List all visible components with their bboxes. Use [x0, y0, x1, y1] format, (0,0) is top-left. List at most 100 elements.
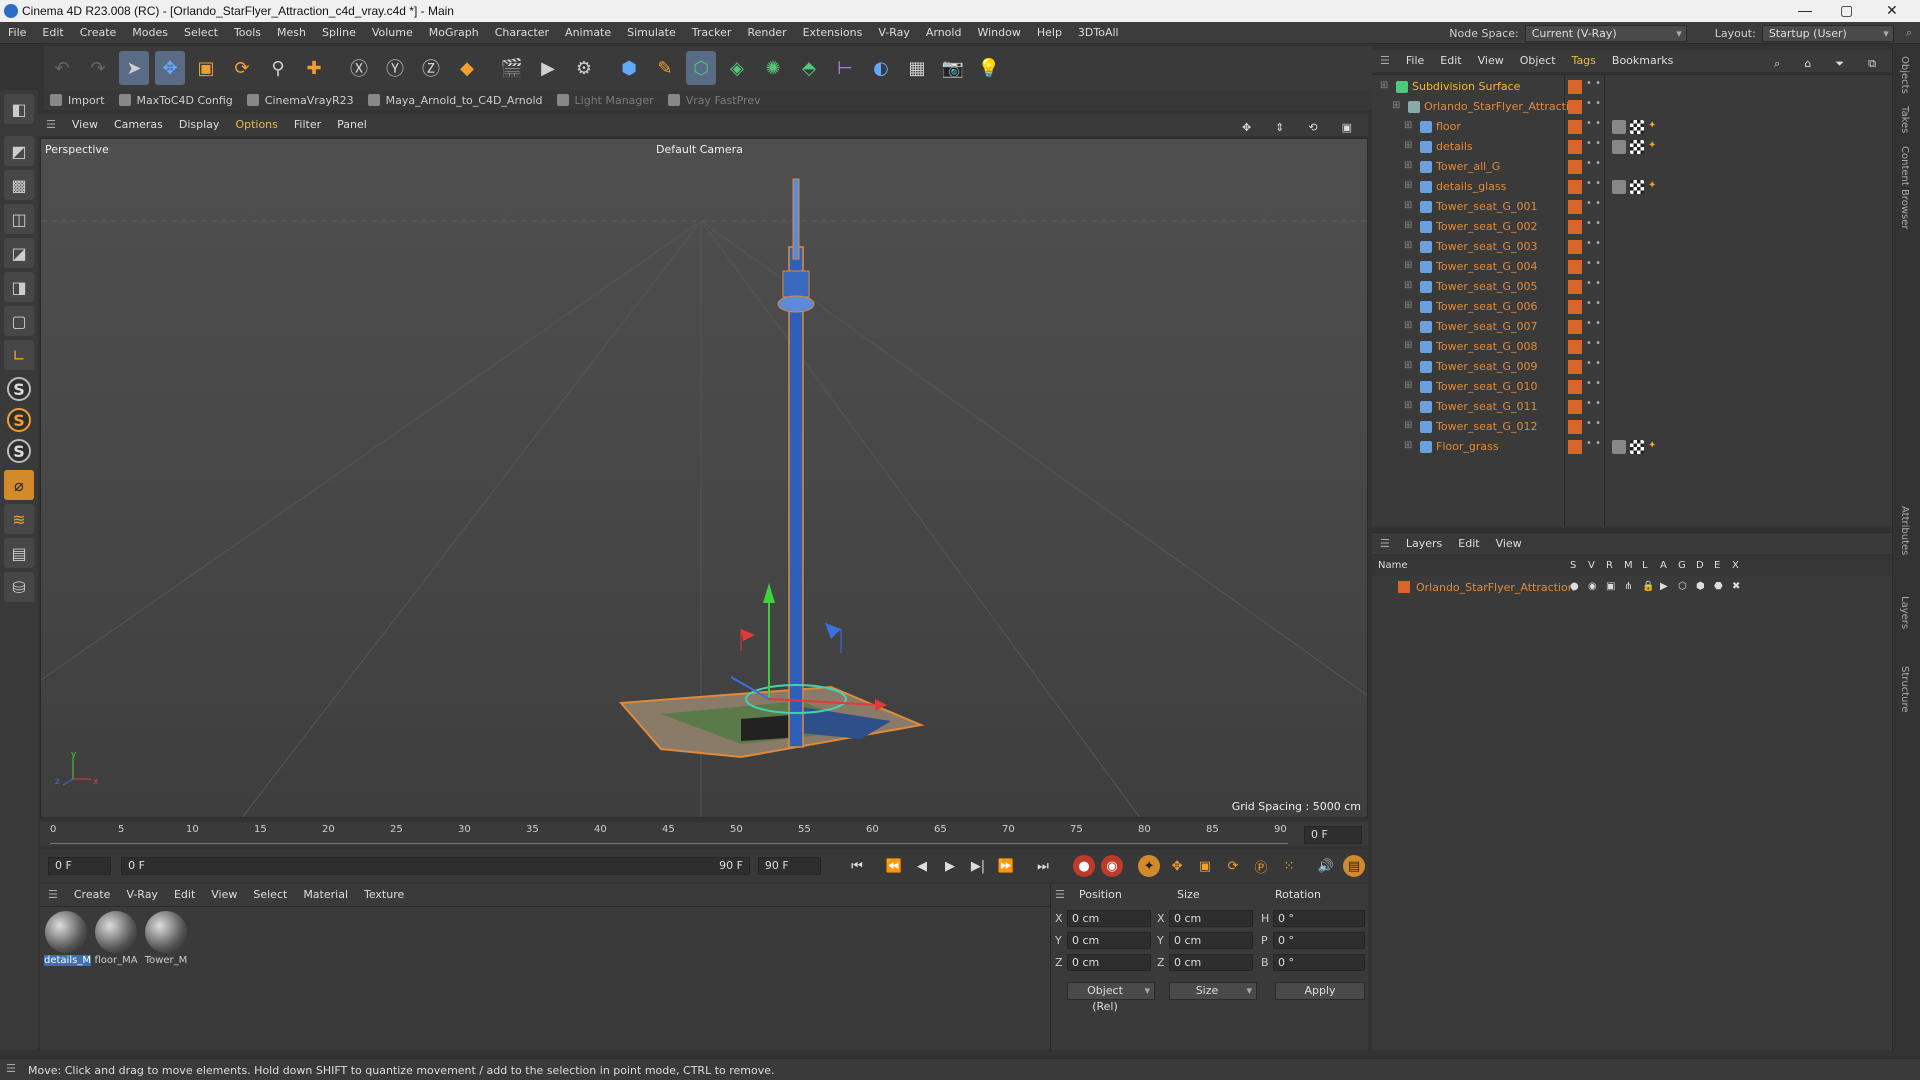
- object-menu-view[interactable]: View: [1470, 50, 1512, 72]
- maximize-view-icon[interactable]: ▣: [1334, 117, 1360, 139]
- plugin-import[interactable]: Import: [50, 94, 105, 107]
- layer-color-swatch[interactable]: [1568, 200, 1582, 214]
- visibility-dots[interactable]: • •: [1586, 319, 1601, 329]
- floor-icon[interactable]: ▦: [902, 51, 932, 85]
- menu-v-ray[interactable]: V-Ray: [870, 22, 918, 44]
- expand-icon[interactable]: ⊞: [1404, 180, 1412, 191]
- layer-color-swatch[interactable]: [1568, 300, 1582, 314]
- coordinate-system-icon[interactable]: ◆: [452, 51, 482, 85]
- visibility-dots[interactable]: • •: [1586, 299, 1601, 309]
- prev-key-icon[interactable]: ⏪: [883, 855, 905, 877]
- object-name[interactable]: Subdivision Surface: [1412, 80, 1520, 93]
- pen-spline-icon[interactable]: ✎: [650, 51, 680, 85]
- layer-column-x[interactable]: X: [1732, 560, 1739, 571]
- field-icon[interactable]: ◐: [866, 51, 896, 85]
- layer-column-g[interactable]: G: [1678, 560, 1686, 571]
- autokey-icon[interactable]: ◉: [1101, 855, 1124, 877]
- object-row[interactable]: ⊞ Tower_seat_G_007 • •: [1372, 317, 1892, 337]
- visibility-dots[interactable]: • •: [1586, 379, 1601, 389]
- expand-icon[interactable]: ⊞: [1404, 220, 1412, 231]
- node-space-dropdown[interactable]: Current (V-Ray): [1524, 24, 1687, 42]
- expand-icon[interactable]: ⊞: [1404, 360, 1412, 371]
- uvw-tag-icon[interactable]: [1630, 120, 1644, 134]
- visibility-dots[interactable]: • •: [1586, 279, 1601, 289]
- side-tab-content-browser[interactable]: Content Browser: [1899, 146, 1910, 229]
- sound-icon[interactable]: 🔊: [1315, 855, 1337, 877]
- material-menu-texture[interactable]: Texture: [356, 884, 412, 906]
- layer-toggle-icon[interactable]: ●: [1570, 581, 1579, 592]
- object-row[interactable]: ⊞ Tower_seat_G_001 • •: [1372, 197, 1892, 217]
- snap-quantize-icon[interactable]: S: [7, 439, 31, 463]
- object-row[interactable]: ⊞ Tower_seat_G_010 • •: [1372, 377, 1892, 397]
- expand-icon[interactable]: ⊞: [1404, 280, 1412, 291]
- expand-icon[interactable]: ⊞: [1404, 400, 1412, 411]
- object-row[interactable]: ⊞ details_glass • • ✦: [1372, 177, 1892, 197]
- layer-column-name[interactable]: Name: [1378, 560, 1408, 571]
- visibility-dots[interactable]: • •: [1586, 139, 1601, 149]
- key-param-icon[interactable]: Ⓟ: [1250, 855, 1272, 877]
- object-row[interactable]: ⊞ floor • • ✦: [1372, 117, 1892, 137]
- expand-icon[interactable]: ⊞: [1380, 80, 1388, 91]
- visibility-dots[interactable]: • •: [1586, 339, 1601, 349]
- object-row[interactable]: ⊞ details • • ✦: [1372, 137, 1892, 157]
- cloner-icon[interactable]: ✺: [758, 51, 788, 85]
- size-mode-dropdown[interactable]: Size: [1169, 982, 1257, 1000]
- object-name[interactable]: Tower_seat_G_006: [1436, 300, 1537, 313]
- recent-tools-icon[interactable]: ⚲: [263, 51, 293, 85]
- layer-column-r[interactable]: R: [1606, 560, 1613, 571]
- layer-color-swatch[interactable]: [1568, 160, 1582, 174]
- rotation-b-field[interactable]: 0 °: [1273, 954, 1365, 971]
- object-row[interactable]: ⊞ Subdivision Surface • •: [1372, 77, 1892, 97]
- keyframe-selection-icon[interactable]: ✦: [1138, 855, 1161, 877]
- layer-color-swatch[interactable]: [1568, 240, 1582, 254]
- object-name[interactable]: Floor_grass: [1436, 440, 1499, 453]
- object-row[interactable]: ⊞ Tower_seat_G_012 • •: [1372, 417, 1892, 437]
- plugin-vray-fastprev[interactable]: Vray FastPrev: [667, 94, 761, 107]
- home-icon[interactable]: ⌂: [1796, 53, 1819, 75]
- visibility-dots[interactable]: • •: [1586, 359, 1601, 369]
- expand-icon[interactable]: ⊞: [1404, 240, 1412, 251]
- menu-window[interactable]: Window: [969, 22, 1028, 44]
- layer-color-swatch[interactable]: [1568, 280, 1582, 294]
- layer-color-swatch[interactable]: [1568, 120, 1582, 134]
- layer-toggle-icon[interactable]: ⬡: [1678, 581, 1687, 592]
- timeline-window-icon[interactable]: ▤: [1343, 855, 1366, 877]
- model-mode-icon[interactable]: ◧: [4, 94, 34, 124]
- scale-tool-icon[interactable]: ▣: [191, 51, 221, 85]
- goto-end-icon[interactable]: ⏭: [1032, 855, 1054, 877]
- y-axis-icon[interactable]: Ⓨ: [380, 51, 410, 85]
- visibility-dots[interactable]: • •: [1586, 159, 1601, 169]
- plugin-maya-arnold-to-c4d-arnold[interactable]: Maya_Arnold_to_C4D_Arnold: [367, 94, 543, 107]
- object-menu-object[interactable]: Object: [1512, 50, 1564, 72]
- viewport-menu-view[interactable]: View: [64, 114, 106, 136]
- side-tab-objects[interactable]: Objects: [1899, 56, 1910, 94]
- play-icon[interactable]: ▶: [939, 855, 961, 877]
- subdivision-icon[interactable]: ⬡: [686, 51, 716, 85]
- maximize-button[interactable]: ▢: [1840, 2, 1853, 19]
- size-y-field[interactable]: 0 cm: [1169, 932, 1253, 949]
- next-frame-icon[interactable]: ▶|: [967, 855, 989, 877]
- uvw-tag-icon[interactable]: [1630, 180, 1644, 194]
- camera-icon[interactable]: 📷: [938, 51, 968, 85]
- undo-icon[interactable]: ↶: [47, 51, 77, 85]
- visibility-dots[interactable]: • •: [1586, 79, 1601, 89]
- object-row[interactable]: ⊞ Tower_seat_G_011 • •: [1372, 397, 1892, 417]
- layer-menu-view[interactable]: View: [1488, 533, 1530, 555]
- visibility-dots[interactable]: • •: [1586, 439, 1601, 449]
- dolly-icon[interactable]: ⇕: [1267, 117, 1292, 139]
- texture-tag-icon[interactable]: [1612, 120, 1626, 134]
- start-frame-field[interactable]: 0 F: [48, 857, 112, 875]
- render-view-icon[interactable]: ▶: [533, 51, 563, 85]
- object-row[interactable]: ⊞ Tower_seat_G_004 • •: [1372, 257, 1892, 277]
- object-row[interactable]: ⊞ Floor_grass • • ✦: [1372, 437, 1892, 457]
- layer-color-swatch[interactable]: [1568, 320, 1582, 334]
- object-name[interactable]: Tower_seat_G_008: [1436, 340, 1537, 353]
- material-tag-icon[interactable]: ✦: [1648, 120, 1662, 134]
- spline-deformer-icon[interactable]: ⊢: [830, 51, 860, 85]
- expand-icon[interactable]: ⊞: [1404, 380, 1412, 391]
- snap-settings-icon[interactable]: S: [7, 408, 31, 432]
- menu-volume[interactable]: Volume: [364, 22, 421, 44]
- side-tab-layers[interactable]: Layers: [1899, 596, 1910, 629]
- layer-color-swatch[interactable]: [1568, 140, 1582, 154]
- visibility-dots[interactable]: • •: [1586, 239, 1601, 249]
